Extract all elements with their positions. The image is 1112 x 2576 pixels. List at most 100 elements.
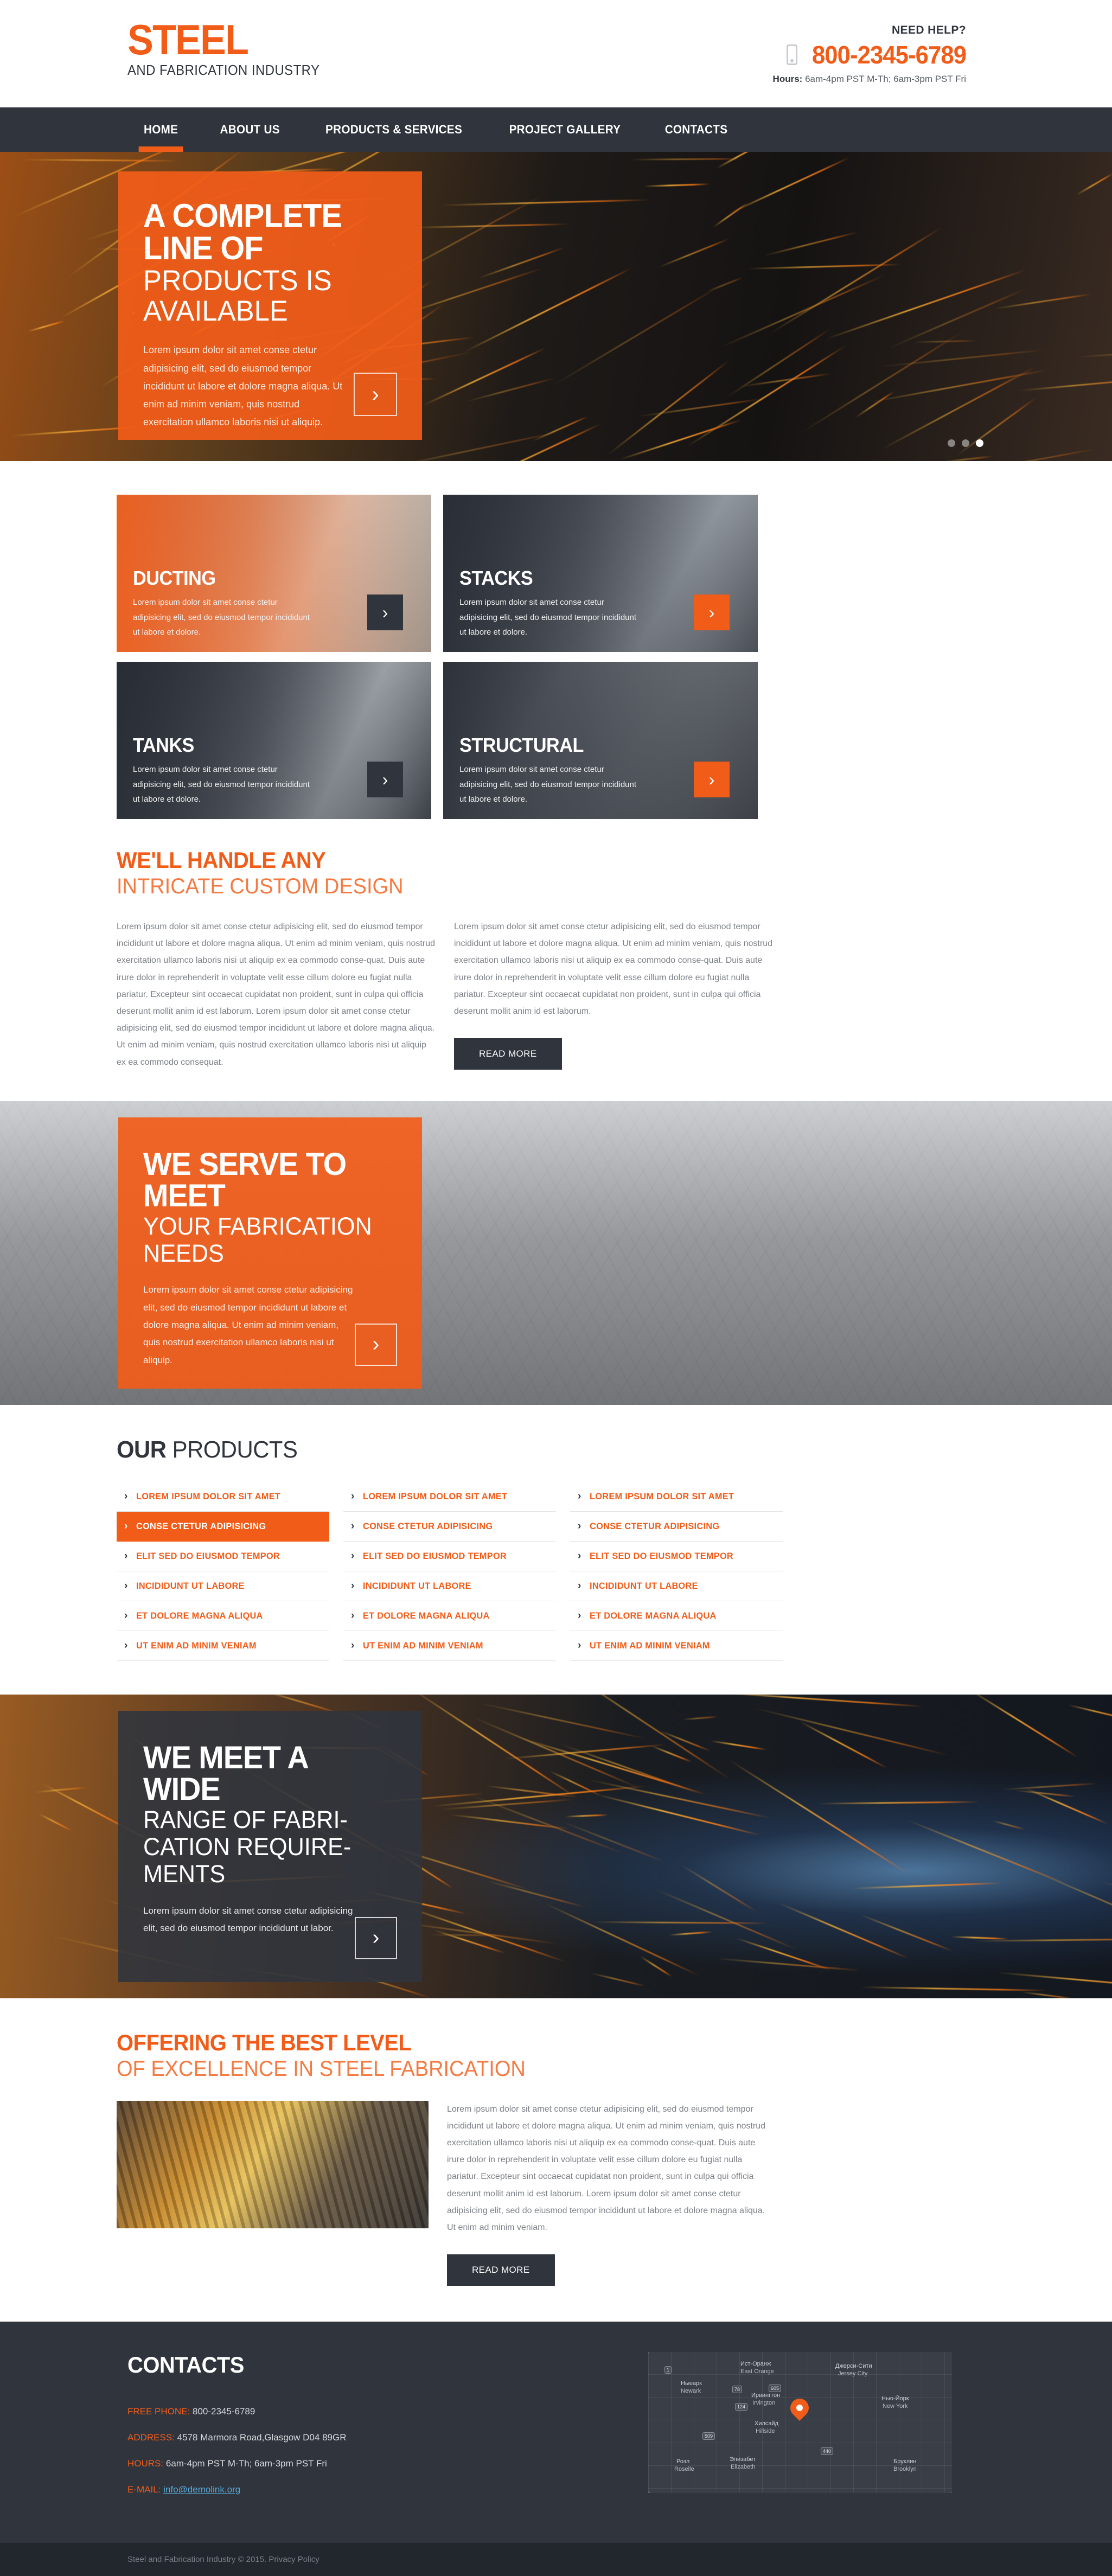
footer-free-phone-label: FREE PHONE: [127,2406,190,2417]
product-list-item-label: ELIT SED DO EIUSMOD TEMPOR [590,1551,733,1562]
nav-item-project-gallery[interactable]: PROJECT GALLERY [490,107,638,152]
banner-we-serve-arrow-icon[interactable]: › [355,1324,397,1366]
card-ducting[interactable]: DUCTING Lorem ipsum dolor sit amet conse … [117,495,431,652]
site-logo[interactable]: STEEL AND FABRICATION INDUSTRY [127,21,336,79]
map-label: East Orange [740,2368,774,2375]
product-list-item[interactable]: › UT ENIM AD MINIM VENIAM [570,1631,783,1661]
product-list-item[interactable]: › ET DOLORE MAGNA ALIQUA [343,1601,556,1631]
nav-item-home[interactable]: HOME [125,107,196,152]
product-list-item[interactable]: › INCIDIDUNT UT LABORE [343,1571,556,1601]
hero-slider-dots[interactable] [948,439,983,447]
product-list-item[interactable]: › LOREM IPSUM DOLOR SIT AMET [570,1482,783,1512]
offering-title-bold: OFFERING THE BEST LEVEL [117,2030,951,2056]
handle-column-1: Lorem ipsum dolor sit amet conse ctetur … [117,918,437,1071]
map-label: Roselle [674,2466,694,2472]
our-products-heading: OUR PRODUCTS [117,1436,951,1463]
nav-item-products-services[interactable]: PRODUCTS & SERVICES [307,107,481,152]
logo-sub-text: AND FABRICATION INDUSTRY [127,62,319,79]
hero-dot-2[interactable] [962,439,969,447]
banner-we-serve-card: WE SERVE TO MEET YOUR FABRICATION NEEDS … [118,1117,422,1389]
footer-email-label: E-MAIL: [127,2484,161,2495]
card-arrow-icon[interactable]: › [694,762,730,797]
map-location-pin-icon [787,2395,813,2421]
product-list-item[interactable]: › ET DOLORE MAGNA ALIQUA [117,1601,329,1631]
product-list-item[interactable]: › UT ENIM AD MINIM VENIAM [343,1631,556,1661]
offering-text: Lorem ipsum dolor sit amet conse ctetur … [447,2101,772,2236]
map-route-shield: 78 [732,2386,742,2393]
product-list-item[interactable]: › LOREM IPSUM DOLOR SIT AMET [343,1482,556,1512]
need-help-label: NEED HELP? [773,24,966,37]
card-arrow-icon[interactable]: › [367,762,403,797]
chevron-right-icon: › [578,1550,581,1562]
card-stacks[interactable]: STACKS Lorem ipsum dolor sit amet conse c… [443,495,758,652]
card-text: Lorem ipsum dolor sit amet conse ctetur … [133,595,312,640]
product-list-item[interactable]: › CONSE CTETUR ADIPISICING [570,1512,783,1542]
card-structural[interactable]: STRUCTURAL Lorem ipsum dolor sit amet con… [443,662,758,819]
contacts-map[interactable]: Ист-Оранж East Orange Ньюарк Newark Ирвингто… [648,2352,952,2493]
banner-we-meet-arrow-icon[interactable]: › [355,1917,397,1959]
card-tanks[interactable]: TANKS Lorem ipsum dolor sit amet conse ct… [117,662,431,819]
footer-address-value: 4578 Marmora Road,Glasgow D04 89GR [177,2432,347,2443]
product-list-item[interactable]: › ELIT SED DO EIUSMOD TEMPOR [570,1542,783,1571]
privacy-policy-link[interactable]: Privacy Policy [269,2555,319,2564]
product-list-item[interactable]: › ET DOLORE MAGNA ALIQUA [570,1601,783,1631]
product-list-item[interactable]: › CONSE CTETUR ADIPISICING [343,1512,556,1542]
offering-section: OFFERING THE BEST LEVEL OF EXCELLENCE IN… [111,1998,1001,2322]
banner-we-serve: WE SERVE TO MEET YOUR FABRICATION NEEDS … [0,1101,1112,1405]
hero-dot-3[interactable] [976,439,983,447]
product-list-item-label: LOREM IPSUM DOLOR SIT AMET [363,1491,507,1502]
card-arrow-icon[interactable]: › [367,595,403,630]
product-list-item[interactable]: › ELIT SED DO EIUSMOD TEMPOR [343,1542,556,1571]
hero-next-arrow-icon[interactable]: › [354,373,397,416]
hero-title-bold: A COMPLETE LINE OF [143,200,387,265]
map-label: Элизабет [730,2456,756,2463]
card-title: STRUCTURAL [459,734,630,757]
banner-we-serve-title-bold: WE SERVE TO MEET [143,1149,387,1212]
chevron-right-icon: › [578,1640,581,1652]
hero-title-light: PRODUCTS IS AVAILABLE [143,266,387,326]
handle-title-bold: WE'LL HANDLE ANY [117,847,951,873]
offering-title-light: OF EXCELLENCE IN STEEL FABRICATION [117,2057,951,2081]
footer-email: E-MAIL: info@demolink.org [127,2484,648,2495]
card-text: Lorem ipsum dolor sit amet conse ctetur … [459,762,638,807]
product-list-item-label: ET DOLORE MAGNA ALIQUA [590,1610,717,1621]
product-category-cards: DUCTING Lorem ipsum dolor sit amet conse … [111,461,1001,819]
nav-item-about-us[interactable]: ABOUT US [202,107,298,152]
nav-item-contacts[interactable]: CONTACTS [647,107,746,152]
footer-email-link[interactable]: info@demolink.org [163,2484,240,2495]
product-list-item-label: INCIDIDUNT UT LABORE [590,1581,698,1591]
handle-read-more-button[interactable]: READ MORE [454,1038,562,1070]
map-label: Ирвингтон [751,2392,780,2399]
offering-text-column: Lorem ipsum dolor sit amet conse ctetur … [447,2101,772,2286]
product-list-item[interactable]: › LOREM IPSUM DOLOR SIT AMET [117,1482,329,1512]
offering-read-more-button[interactable]: READ MORE [447,2254,555,2286]
our-products-section: OUR PRODUCTS › LOREM IPSUM DOLOR SIT AMET… [111,1405,1001,1695]
card-arrow-icon[interactable]: › [694,595,730,630]
product-list-item[interactable]: › ELIT SED DO EIUSMOD TEMPOR [117,1542,329,1571]
site-header: STEEL AND FABRICATION INDUSTRY NEED HELP… [0,0,1112,107]
map-route-shield: 605 [769,2385,781,2392]
product-list-item-label: INCIDIDUNT UT LABORE [363,1581,471,1591]
copyright-text: Steel and Fabrication Industry © 2015. [127,2555,266,2564]
hero-dot-1[interactable] [948,439,955,447]
chevron-right-icon: › [124,1550,127,1562]
banner-we-serve-text: Lorem ipsum dolor sit amet conse ctetur … [143,1281,355,1369]
copyright-bar: Steel and Fabrication Industry © 2015. P… [0,2543,1112,2576]
banner-we-meet-card: WE MEET A WIDE RANGE OF FABRI-CATION REQ… [118,1711,422,1982]
map-route-shield: 124 [735,2403,747,2411]
product-list-item-label: ELIT SED DO EIUSMOD TEMPOR [136,1551,280,1562]
map-label: Irvington [752,2400,775,2406]
map-route-shield: 509 [702,2432,715,2440]
chevron-right-icon: › [351,1550,354,1562]
chevron-right-icon: › [351,1580,354,1592]
card-title: TANKS [133,734,303,757]
products-column-2: › LOREM IPSUM DOLOR SIT AMET › CONSE CTETUR… [343,1482,556,1661]
footer-hours: HOURS: 6am-4pm PST M-Th; 6am-3pm PST Fri [127,2458,648,2469]
product-list-item[interactable]: › INCIDIDUNT UT LABORE [117,1571,329,1601]
header-phone-number[interactable]: 800-2345-6789 [812,40,966,69]
product-list-item[interactable]: › UT ENIM AD MINIM VENIAM [117,1631,329,1661]
product-list-item[interactable]: › INCIDIDUNT UT LABORE [570,1571,783,1601]
map-label: Elizabeth [731,2464,755,2470]
handle-text-2: Lorem ipsum dolor sit amet conse ctetur … [454,918,774,1020]
product-list-item[interactable]: › CONSE CTETUR ADIPISICING [117,1512,329,1542]
